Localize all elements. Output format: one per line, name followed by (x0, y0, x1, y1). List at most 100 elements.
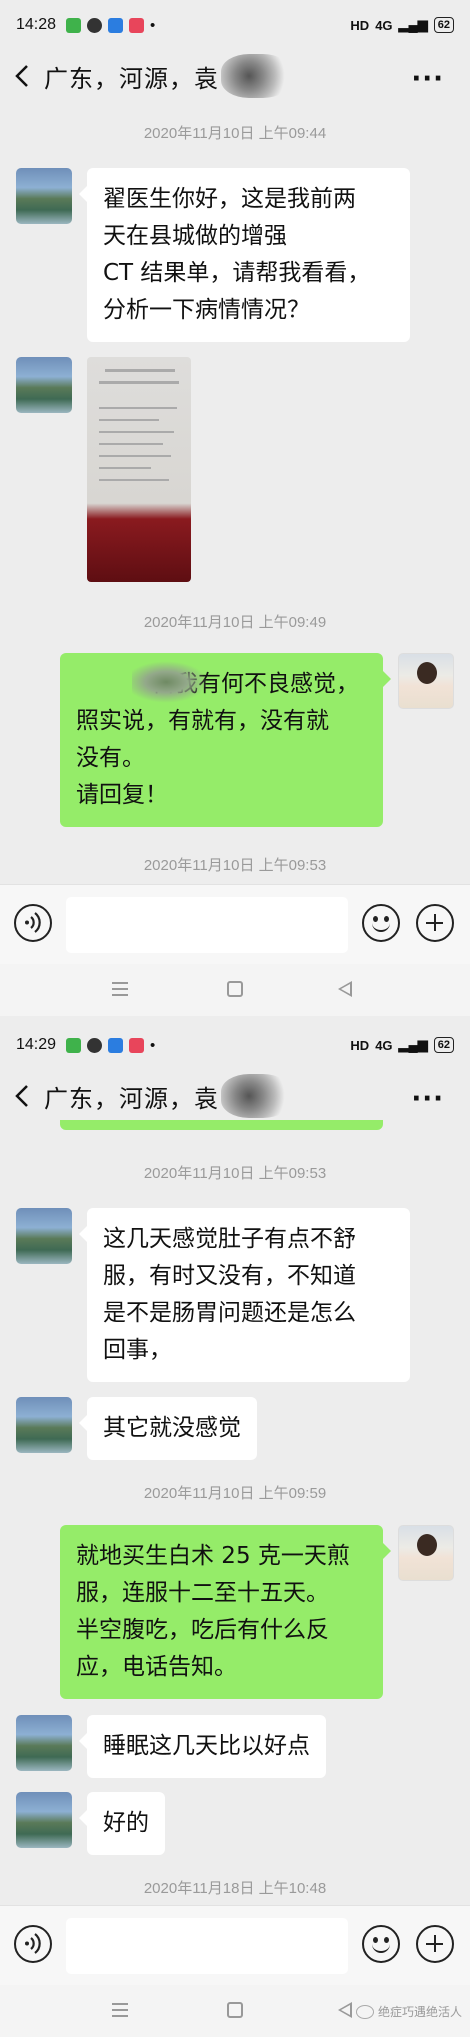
ct-report-image[interactable] (87, 357, 191, 582)
chat-title: 广东，河源，袁 (44, 64, 219, 93)
message-bubble-received[interactable]: 翟医生你好，这是我前两 天在县城做的增强 CT 结果单，请帮我看看， 分析一下病… (79, 168, 410, 342)
network-indicator: HD (350, 1037, 370, 1053)
previous-bubble-edge (60, 1120, 383, 1130)
input-bar (0, 884, 470, 964)
doc-line (99, 455, 171, 457)
message-line: 半空腹吃，吃后有什么反 (76, 1617, 329, 1643)
voice-input-icon[interactable] (14, 1925, 52, 1963)
home-icon[interactable] (227, 981, 243, 997)
message-line: 翟医生你好，这是我前两 (103, 186, 356, 212)
contact-avatar[interactable] (16, 1397, 72, 1453)
more-notifications-icon: • (150, 1036, 156, 1054)
emoji-icon[interactable] (362, 1925, 400, 1963)
signal-indicator: 4G (375, 1037, 393, 1053)
recent-apps-icon[interactable] (112, 2003, 128, 2017)
message-line: 服，有时又没有，不知道 (103, 1263, 356, 1289)
contact-avatar[interactable] (16, 1792, 72, 1848)
message-line: 天在县城做的增强 (103, 223, 287, 249)
doc-line (99, 467, 151, 469)
contact-avatar[interactable] (16, 357, 72, 413)
message-bubble-sent[interactable]: 就地买生白术 25 克一天煎 服，连服十二至十五天。 半空腹吃，吃后有什么反 应… (60, 1525, 391, 1699)
message-line: 没有。 (76, 745, 145, 771)
app-notification-icon (66, 1037, 82, 1053)
signal-bars-icon: ▂▄▆ (398, 1037, 428, 1052)
chat-screen-2: 14:29 • HD 4G ▂▄▆ 62 广东，河源，袁 ··· 2020年11… (0, 1020, 470, 2037)
emoji-mouth (372, 922, 390, 932)
recent-apps-icon[interactable] (112, 982, 128, 996)
network-indicator: HD (350, 17, 370, 33)
input-bar (0, 1905, 470, 1985)
more-options-icon[interactable]: ··· (411, 64, 444, 94)
voice-input-icon[interactable] (14, 904, 52, 942)
message-bubble-received[interactable]: 其它就没感觉 (79, 1397, 257, 1460)
signal-bars-icon: ▂▄▆ (398, 17, 428, 32)
system-nav-bar (0, 964, 470, 1016)
wechat-notification-icon (87, 17, 103, 33)
doc-line (99, 381, 179, 384)
message-timestamp: 2020年11月10日 上午09:44 (143, 125, 327, 142)
message-bubble-sent[interactable]: 自我有何不良感觉， 照实说，有就有，没有就 没有。 请回复！ (60, 653, 391, 827)
message-line: 其它就没感觉 (103, 1415, 241, 1441)
status-time: 14:29 (16, 1036, 57, 1053)
message-input[interactable] (66, 897, 348, 953)
doc-line (99, 479, 169, 481)
message-timestamp: 2020年11月10日 上午09:53 (143, 857, 327, 874)
emoji-icon[interactable] (362, 904, 400, 942)
message-bubble-received[interactable]: 睡眠这几天比以好点 (79, 1715, 326, 1778)
message-line: CT 结果单，请帮我看看， (103, 260, 371, 286)
watermark-text: 绝症巧遇绝活人 (377, 2005, 462, 2019)
message-line: 应，电话告知。 (76, 1654, 237, 1680)
app-notification-icon (66, 17, 82, 33)
doctor-avatar[interactable] (398, 1525, 454, 1581)
more-options-icon[interactable]: ··· (411, 1084, 444, 1114)
redacted-name-blur (221, 54, 291, 98)
chat-header: 广东，河源，袁 ··· (0, 50, 470, 102)
message-line: 照实说，有就有，没有就 (76, 708, 329, 734)
message-line: 睡眠这几天比以好点 (103, 1733, 310, 1759)
status-bar: 14:28 • HD 4G ▂▄▆ 62 (0, 0, 470, 50)
doc-line (99, 419, 159, 421)
contact-avatar[interactable] (16, 1715, 72, 1771)
watermark: 绝症巧遇绝活人 (355, 2003, 462, 2020)
app-notification-icon (108, 1037, 124, 1053)
message-timestamp: 2020年11月18日 上午10:48 (143, 1880, 327, 1897)
battery-icon: 62 (433, 1037, 454, 1053)
message-line: 请回复！ (76, 782, 168, 808)
message-line: 服，连服十二至十五天。 (76, 1580, 329, 1606)
wechat-channel-icon (355, 2004, 374, 2019)
more-functions-icon[interactable] (416, 1925, 454, 1963)
back-icon[interactable] (0, 1070, 44, 1122)
message-bubble-received[interactable]: 这几天感觉肚子有点不舒 服，有时又没有，不知道 是不是肠胃问题还是怎么 回事， (79, 1208, 410, 1382)
doc-line (99, 443, 163, 445)
more-notifications-icon: • (150, 16, 156, 34)
video-notification-icon (129, 1037, 145, 1053)
doc-line (105, 369, 175, 372)
message-timestamp: 2020年11月10日 上午09:49 (143, 614, 327, 631)
message-input[interactable] (66, 1918, 348, 1974)
back-icon[interactable] (0, 50, 44, 102)
home-icon[interactable] (227, 2002, 243, 2018)
doc-line (99, 431, 174, 433)
contact-avatar[interactable] (16, 1208, 72, 1264)
message-line: 就地买生白术 25 克一天煎 (76, 1543, 350, 1569)
system-back-icon[interactable] (338, 2002, 352, 2018)
system-back-icon[interactable] (338, 981, 352, 997)
system-nav-bar: 绝症巧遇绝活人 (0, 1985, 470, 2037)
message-timestamp: 2020年11月10日 上午09:53 (143, 1165, 327, 1182)
app-notification-icon (108, 17, 124, 33)
battery-icon: 62 (433, 17, 454, 33)
message-bubble-received[interactable]: 好的 (79, 1792, 165, 1855)
message-line: 是不是肠胃问题还是怎么 (103, 1300, 356, 1326)
doctor-avatar[interactable] (398, 653, 454, 709)
chat-title: 广东，河源，袁 (44, 1084, 219, 1113)
signal-indicator: 4G (375, 17, 393, 33)
emoji-mouth (372, 1943, 390, 1953)
more-functions-icon[interactable] (416, 904, 454, 942)
doc-line (99, 407, 177, 409)
video-notification-icon (129, 17, 145, 33)
chat-screen-1: 14:28 • HD 4G ▂▄▆ 62 广东，河源，袁 ··· 2020年11… (0, 0, 470, 1020)
redacted-name-blur (221, 1074, 291, 1118)
handwritten-stamp (132, 661, 208, 703)
message-line: 分析一下病情情况？ (103, 297, 310, 323)
contact-avatar[interactable] (16, 168, 72, 224)
